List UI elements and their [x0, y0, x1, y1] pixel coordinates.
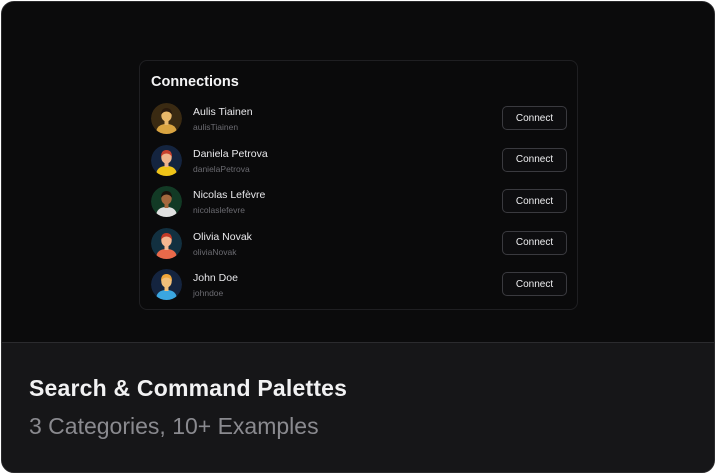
connect-button[interactable]: Connect — [502, 147, 567, 172]
component-card[interactable]: Connections Aulis Tiainen aulisTiainen Con… — [1, 1, 715, 473]
connection-name: Aulis Tiainen — [193, 106, 253, 118]
connection-name: Nicolas Lefèvre — [193, 189, 266, 202]
connection-row: Daniela Petrova danielaPetrova Connect — [140, 143, 577, 185]
connection-name: Olivia Novak — [193, 230, 252, 243]
avatar — [151, 103, 182, 134]
connections-list: Aulis Tiainen aulisTiainen Connect Daniela … — [140, 101, 577, 309]
connection-handle: johndoe — [193, 288, 224, 299]
connect-button[interactable]: Connect — [502, 106, 567, 130]
connection-name: Daniela Petrova — [193, 147, 268, 160]
connection-handle: oliviaNovak — [193, 246, 237, 257]
connect-button[interactable]: Connect — [502, 189, 567, 214]
connection-handle: nicolaslefevre — [193, 205, 245, 216]
connection-name: John Doe — [193, 272, 238, 285]
connections-panel: Connections Aulis Tiainen aulisTiainen Con… — [139, 60, 578, 310]
connection-row: Olivia Novak oliviaNovak Connect — [140, 226, 577, 268]
connection-handle: aulisTiainen — [193, 122, 239, 132]
connection-row: John Doe johndoe Connect — [140, 267, 577, 309]
connections-title: Connections — [151, 74, 239, 90]
avatar — [151, 269, 182, 301]
category-subtitle: 3 Categories, 10+ Examples — [29, 413, 319, 439]
category-title: Search & Command Palettes — [29, 375, 348, 401]
avatar — [151, 227, 182, 259]
component-preview: Connections Aulis Tiainen aulisTiainen Con… — [2, 2, 714, 342]
connection-row: Aulis Tiainen aulisTiainen Connect — [140, 101, 577, 143]
connect-button[interactable]: Connect — [502, 230, 567, 255]
connection-row: Nicolas Lefèvre nicolaslefevre Connect — [140, 184, 577, 226]
connection-handle: danielaPetrova — [193, 163, 250, 174]
card-footer: Search & Command Palettes 3 Categories, … — [2, 343, 714, 472]
connect-button[interactable]: Connect — [502, 272, 567, 297]
avatar — [151, 186, 182, 218]
avatar — [151, 144, 182, 176]
